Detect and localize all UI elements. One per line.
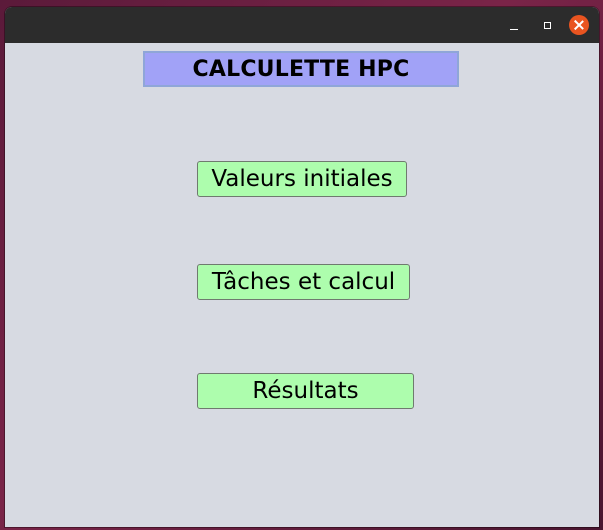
minimize-button[interactable]: [503, 14, 525, 36]
maximize-icon: [543, 21, 551, 29]
app-title-label: CALCULETTE HPC: [143, 51, 459, 87]
maximize-button[interactable]: [536, 14, 558, 36]
close-icon: [574, 20, 584, 30]
tasks-and-calculation-button[interactable]: Tâches et calcul: [197, 264, 410, 300]
close-button[interactable]: [569, 15, 589, 35]
results-button[interactable]: Résultats: [197, 373, 414, 409]
app-window: CALCULETTE HPC Valeurs initiales Tâches …: [5, 7, 599, 527]
initial-values-button[interactable]: Valeurs initiales: [197, 161, 407, 197]
minimize-icon: [510, 28, 518, 30]
window-titlebar[interactable]: [5, 7, 599, 43]
